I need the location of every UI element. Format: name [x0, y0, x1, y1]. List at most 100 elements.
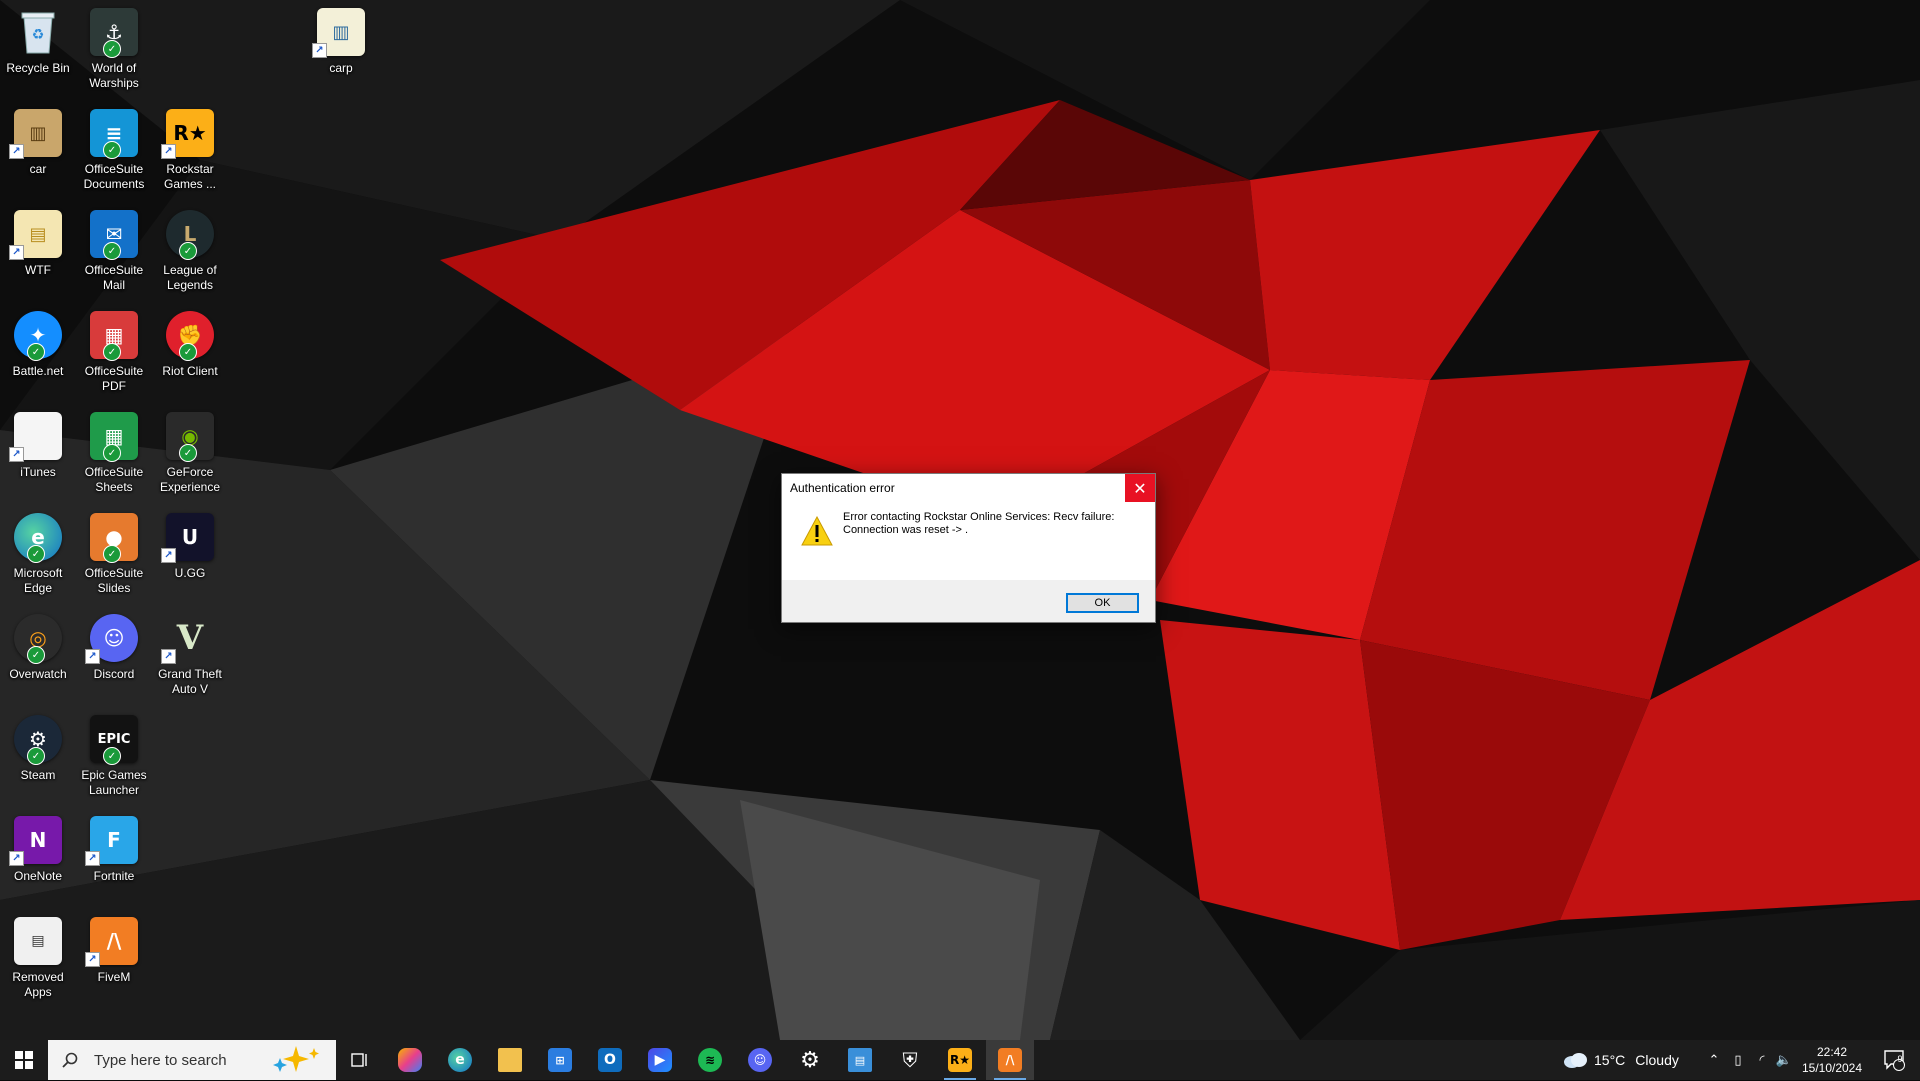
desktop-icon-overwatch[interactable]: ◎ ✓ Overwatch	[0, 606, 76, 702]
desktop-icon-battlenet[interactable]: ✦ ✓ Battle.net	[0, 303, 76, 399]
desktop-icon-fivem[interactable]: /\ ↗ FiveM	[76, 909, 152, 1005]
gta-v-icon: V ↗	[161, 614, 214, 664]
desktop-icon-microsoft-edge[interactable]: e ✓ Microsoft Edge	[0, 505, 76, 601]
desktop-icon-ugg[interactable]: U ↗ U.GG	[152, 505, 228, 601]
desktop-icon-label: OneNote	[13, 869, 63, 883]
dialog-title: Authentication error	[790, 481, 895, 495]
desktop-icon-wtf[interactable]: ▤ ↗ WTF	[0, 202, 76, 298]
dialog-footer: OK	[782, 580, 1155, 622]
desktop-icon-label: Microsoft Edge	[13, 566, 63, 595]
officesuite-documents-icon: ≡ ✓	[90, 109, 138, 159]
weather-widget[interactable]: 15°C Cloudy	[1562, 1040, 1679, 1080]
sync-ok-icon: ✓	[103, 40, 121, 58]
desktop-icon-onenote[interactable]: N ↗ OneNote	[0, 808, 76, 904]
desktop-icon-removed-apps[interactable]: ▤ Removed Apps	[0, 909, 76, 1005]
notifications-button[interactable]: 9	[1876, 1040, 1912, 1080]
taskbar-fivem[interactable]: /\	[986, 1040, 1034, 1080]
taskbar-media-player[interactable]: ▶	[636, 1040, 684, 1080]
tray-network[interactable]: ◜	[1752, 1040, 1772, 1080]
taskbar-settings[interactable]: ⚙	[786, 1040, 834, 1080]
desktop-icon-label: OfficeSuite PDF	[84, 364, 144, 393]
desktop-icon-car[interactable]: ▥ ↗ car	[0, 101, 76, 197]
shortcut-arrow-icon: ↗	[161, 548, 176, 563]
folder-icon: ▤ ↗	[9, 210, 62, 260]
task-view-button[interactable]	[336, 1040, 384, 1080]
shortcut-arrow-icon: ↗	[161, 144, 176, 159]
onenote-icon: N ↗	[9, 816, 62, 866]
desktop-icon-officesuite-mail[interactable]: ✉ ✓ OfficeSuite Mail	[76, 202, 152, 298]
shortcut-arrow-icon: ↗	[85, 851, 100, 866]
device-icon: ▯	[1734, 1052, 1742, 1068]
chevron-up-icon: ⌃	[1708, 1052, 1720, 1068]
taskbar-clock[interactable]: 22:42 15/10/2024	[1796, 1044, 1868, 1076]
copilot-icon	[398, 1048, 422, 1072]
desktop-icon-officesuite-sheets[interactable]: ▦ ✓ OfficeSuite Sheets	[76, 404, 152, 500]
taskbar-spotify[interactable]: ≋	[686, 1040, 734, 1080]
taskbar-file-explorer[interactable]	[486, 1040, 534, 1080]
desktop-icon-label: carp	[329, 61, 353, 75]
desktop-icon-riot-client[interactable]: ✊ ✓ Riot Client	[152, 303, 228, 399]
desktop-icon-officesuite-slides[interactable]: ● ✓ OfficeSuite Slides	[76, 505, 152, 601]
desktop-icon-officesuite-pdf[interactable]: ▦ ✓ OfficeSuite PDF	[76, 303, 152, 399]
league-of-legends-icon: L ✓	[166, 210, 214, 260]
desktop-icon-label: Overwatch	[9, 667, 67, 681]
taskbar-edge[interactable]: e	[436, 1040, 484, 1080]
desktop-icon-label: Grand Theft Auto V	[158, 667, 222, 696]
desktop-icon-discord[interactable]: ☺ ↗ Discord	[76, 606, 152, 702]
desktop-icon-league-of-legends[interactable]: L ✓ League of Legends	[152, 202, 228, 298]
desktop-icon-label: car	[29, 162, 47, 176]
desktop-icon-fortnite[interactable]: F ↗ Fortnite	[76, 808, 152, 904]
desktop-icon-epic-games[interactable]: EPIC ✓ Epic Games Launcher	[76, 707, 152, 803]
taskbar-control-panel[interactable]: ▤	[836, 1040, 884, 1080]
geforce-experience-icon: ◉ ✓	[166, 412, 214, 462]
desktop-icon-world-of-warships[interactable]: ⚓ ✓ World of Warships	[76, 0, 152, 96]
taskbar-discord[interactable]: ☺	[736, 1040, 784, 1080]
desktop-icon-label: World of Warships	[89, 61, 139, 90]
desktop-icon-gta-v[interactable]: V ↗ Grand Theft Auto V	[152, 606, 228, 702]
taskbar-rockstar-games[interactable]: R★	[936, 1040, 984, 1080]
desktop-icon-label: Discord	[93, 667, 135, 681]
taskbar-microsoft-store[interactable]: ⊞	[536, 1040, 584, 1080]
search-input[interactable]: Type here to search	[48, 1040, 336, 1080]
desktop-icon-label: Steam	[20, 768, 56, 782]
removed-apps-icon: ▤	[14, 917, 62, 965]
close-button[interactable]: ✕	[1125, 474, 1155, 502]
media-player-icon: ▶	[648, 1048, 672, 1072]
desktop-icon-label: WTF	[25, 263, 51, 277]
desktop-icon-label: League of Legends	[163, 263, 217, 292]
steam-icon: ⚙ ✓	[14, 715, 62, 765]
desktop-icon-itunes[interactable]: ↗ iTunes	[0, 404, 76, 500]
dialog-titlebar[interactable]: Authentication error ✕	[782, 474, 1155, 502]
desktop-icon-officesuite-documents[interactable]: ≡ ✓ OfficeSuite Documents	[76, 101, 152, 197]
notification-count: 9	[1897, 1054, 1903, 1064]
taskbar-copilot[interactable]	[386, 1040, 434, 1080]
spotify-icon: ≋	[698, 1048, 722, 1072]
ugg-icon: U ↗	[161, 513, 214, 563]
sync-ok-icon: ✓	[27, 747, 45, 765]
weather-temp: 15°C	[1594, 1052, 1626, 1068]
rockstar-games-icon: R★ ↗	[161, 109, 214, 159]
desktop-icon-steam[interactable]: ⚙ ✓ Steam	[0, 707, 76, 803]
svg-text:♻: ♻	[32, 27, 45, 43]
taskbar-outlook[interactable]: O	[586, 1040, 634, 1080]
shortcut-arrow-icon: ↗	[9, 144, 24, 159]
tray-device[interactable]: ▯	[1728, 1040, 1748, 1080]
show-hidden-icons-button[interactable]: ⌃	[1704, 1040, 1724, 1080]
desktop-icon-recycle-bin[interactable]: ♻ Recycle Bin	[0, 0, 76, 96]
edge-icon: e	[448, 1048, 472, 1072]
dialog-message: Error contacting Rockstar Online Service…	[843, 511, 1115, 536]
desktop-icon-label: OfficeSuite Mail	[84, 263, 144, 292]
shield-icon: ⛨	[902, 1048, 918, 1072]
start-button[interactable]	[0, 1040, 48, 1080]
desktop-icon-rockstar-games[interactable]: R★ ↗ Rockstar Games ...	[152, 101, 228, 197]
taskbar-security[interactable]: ⛨	[886, 1040, 934, 1080]
ok-button[interactable]: OK	[1066, 593, 1139, 613]
fivem-icon: /\ ↗	[85, 917, 138, 967]
shortcut-arrow-icon: ↗	[85, 649, 100, 664]
tray-volume[interactable]: 🔈	[1774, 1040, 1794, 1080]
desktop-icon-carp[interactable]: ▥ ↗ carp	[303, 0, 379, 96]
weather-condition: Cloudy	[1635, 1052, 1679, 1068]
clock-date: 15/10/2024	[1801, 1061, 1863, 1075]
desktop-icon-geforce-experience[interactable]: ◉ ✓ GeForce Experience	[152, 404, 228, 500]
officesuite-mail-icon: ✉ ✓	[90, 210, 138, 260]
